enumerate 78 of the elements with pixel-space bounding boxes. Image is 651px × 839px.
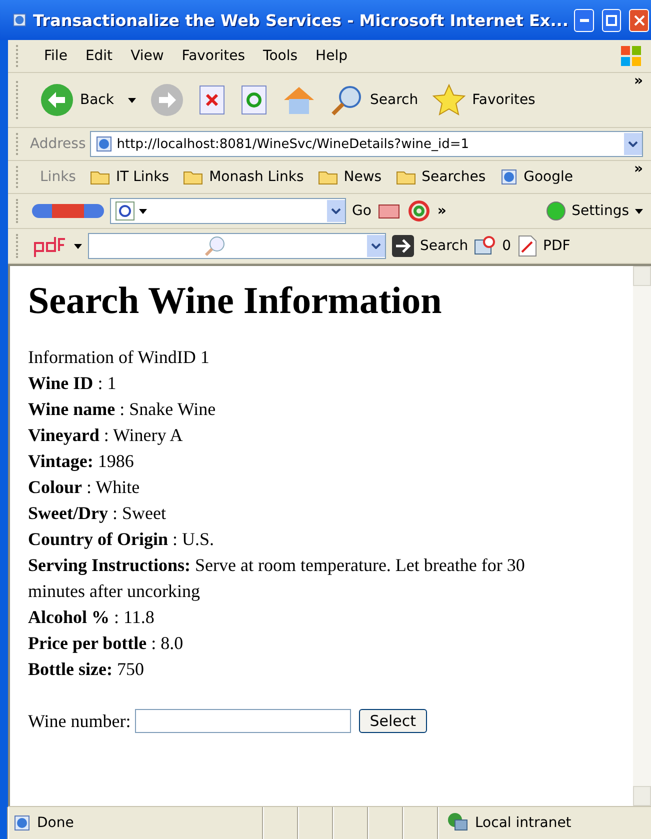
link-button[interactable]: News [318,169,382,185]
menu-item[interactable]: View [130,48,164,64]
magnifier-icon [203,234,227,258]
arrow-right-icon [392,235,414,257]
document-icon [517,235,538,257]
zone-text: Local intranet [475,815,572,831]
search-button[interactable]: Search [330,83,418,117]
popup-blocker-button[interactable]: 0 [474,236,512,256]
dropdown-button[interactable] [327,200,345,222]
window-title: Transactionalize the Web Services - Microsoft Internet Ex... [33,10,568,30]
folder-icon [183,169,204,185]
search-icon [330,83,364,117]
wine-number-input[interactable] [134,709,351,733]
back-button[interactable]: Back [40,83,114,117]
detail-line: Alcohol % : 11.8 [28,606,156,629]
address-text: http://localhost:8081/WineSvc/WineDetails?wine_id=1 [116,136,470,152]
detail-line: Sweet/Dry : Sweet [28,502,167,525]
menu-item[interactable]: Tools [263,48,298,64]
pdf-button[interactable]: PDF [517,235,570,257]
menu-item[interactable]: Favorites [182,48,246,64]
detail-line: Vintage: 1986 [28,450,135,473]
page-heading: Search Wine Information [28,288,443,314]
detail-line: Colour : White [28,476,141,499]
detail-line: Serving Instructions: Serve at room temperature. Let breathe for 30 minutes after uncorking [28,554,526,603]
menu-item[interactable]: Edit [85,48,113,64]
star-icon [432,83,466,117]
link-button[interactable]: Google [500,168,573,186]
folder-icon [90,169,110,185]
google-search-field[interactable] [110,198,346,224]
maximize-button[interactable] [602,8,622,32]
links-label: Links [40,169,76,185]
link-button[interactable]: IT Links [90,169,170,185]
detail-line: Wine name : Snake Wine [28,398,217,421]
caret-icon [74,244,82,248]
wine-number-label: Wine number: [28,710,131,733]
detail-line: Bottle size: 750 [28,658,145,681]
more-button[interactable]: » [634,73,643,89]
scrollbar[interactable] [633,266,651,806]
pdf-logo-icon [32,235,68,257]
minimize-icon [580,18,589,22]
caret-icon [128,98,136,102]
intro-text: Information of WindID 1 [28,346,210,369]
status-text: Done [37,815,74,831]
detail-line: Price per bottle : 8.0 [28,632,184,655]
more-button[interactable]: » [437,203,446,219]
caret-icon [139,208,147,214]
go-button[interactable]: Go [352,203,372,219]
link-button[interactable]: Monash Links [183,169,304,185]
address-field[interactable]: http://localhost:8081/WineSvc/WineDetails?wine_id=1 [90,131,643,157]
close-icon [634,14,645,26]
favorites-button[interactable]: Favorites [432,83,536,117]
status-orb-icon [546,201,566,221]
detail-line: Country of Origin : U.S. [28,528,216,551]
chevron-down-icon [331,208,341,214]
flag-icon [619,44,643,68]
folder-icon [396,169,416,185]
address-label: Address [30,136,86,152]
dropdown-button[interactable] [624,133,642,155]
chevron-down-icon [628,141,638,147]
link-button[interactable]: Searches [396,169,486,185]
minimize-button[interactable] [574,8,594,32]
folder-icon [318,169,338,185]
menu-item[interactable]: Help [316,48,348,64]
more-button[interactable]: » [634,161,643,177]
settings-button[interactable]: Settings [546,201,643,221]
close-button[interactable] [629,8,649,32]
menu-item[interactable]: File [44,48,68,64]
stop-icon[interactable] [198,84,226,116]
detail-line: Vineyard : Winery A [28,424,184,447]
dropdown-button[interactable] [367,235,385,257]
select-button[interactable]: Select [358,709,428,733]
caret-icon [635,208,643,214]
detail-line: Wine ID : 1 [28,372,118,395]
pdf-search-button[interactable]: Search [392,235,468,257]
maximize-icon [606,14,618,26]
chevron-down-icon [371,243,381,249]
window-icon [474,236,496,256]
pdf-search-field[interactable] [88,233,386,259]
